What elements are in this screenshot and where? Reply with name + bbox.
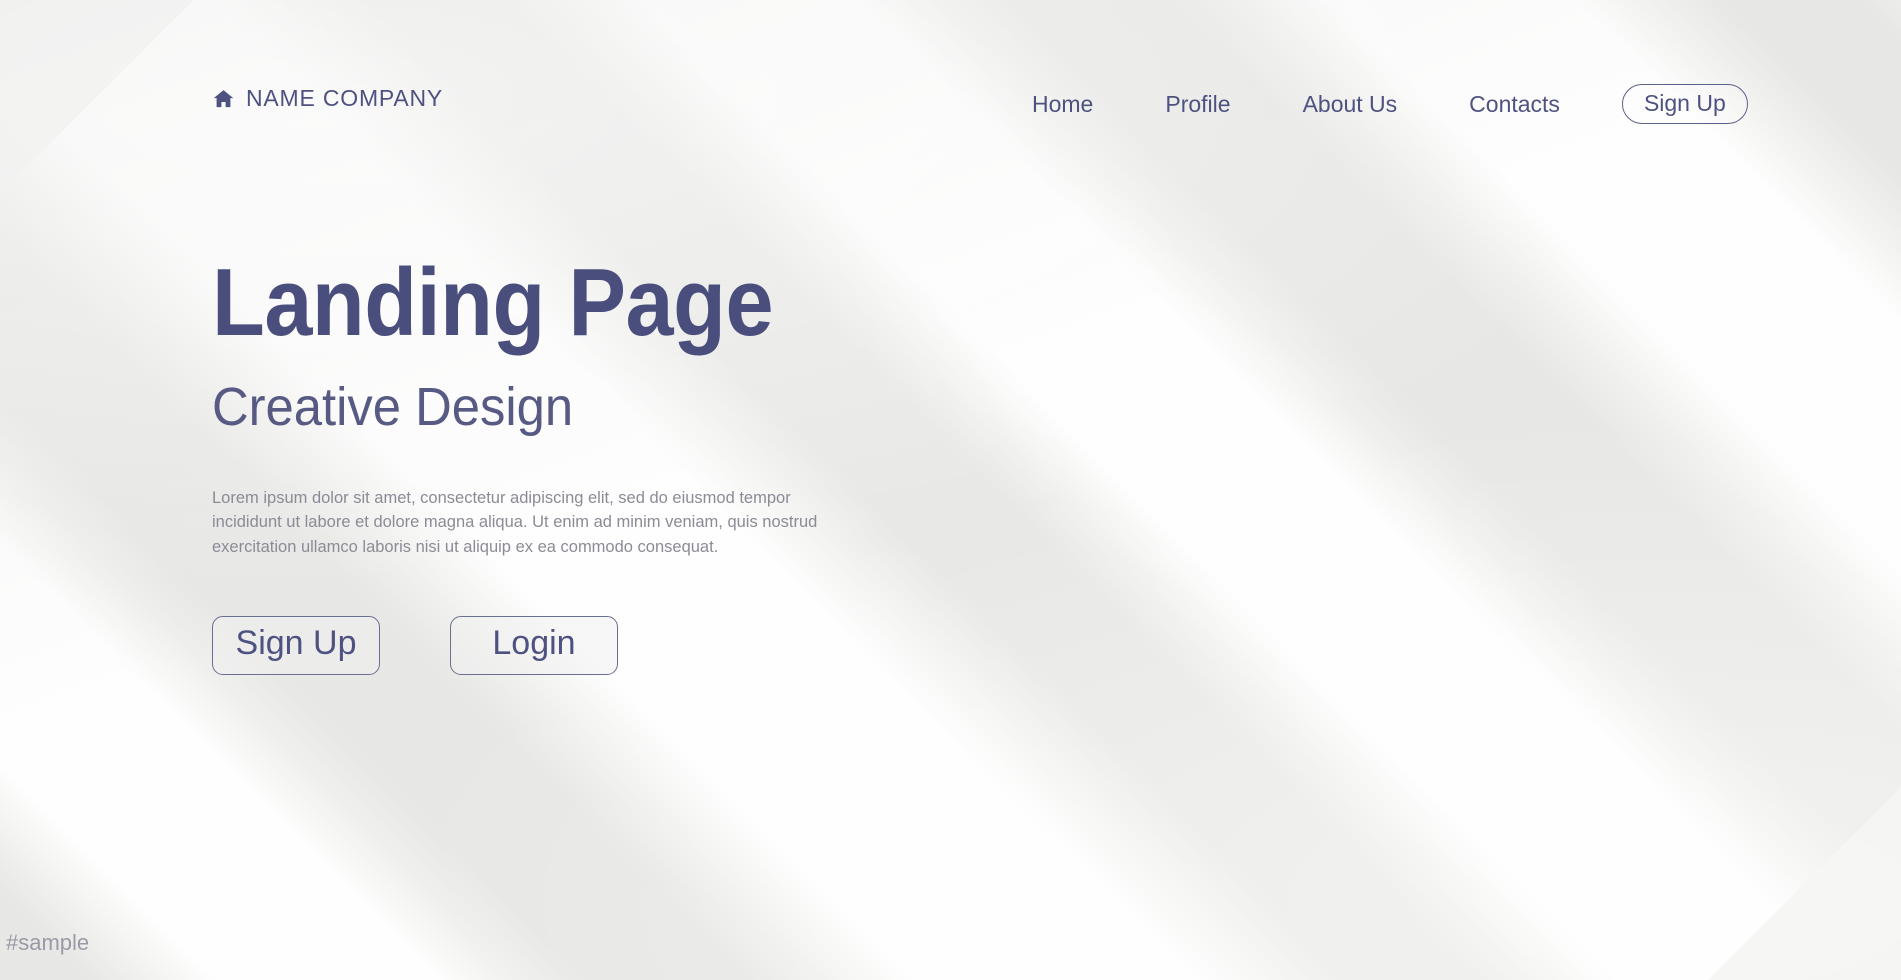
watermark: #sample <box>6 930 90 955</box>
background-band <box>0 955 486 980</box>
login-button[interactable]: Login <box>450 615 618 675</box>
hero-description: Lorem ipsum dolor sit amet, consectetur … <box>212 488 818 557</box>
nav-signup-button[interactable]: Sign Up <box>1621 84 1748 124</box>
signup-button[interactable]: Sign Up <box>212 615 380 675</box>
nav-link-contacts[interactable]: Contacts <box>1433 91 1596 118</box>
hero-subtitle: Creative Design <box>212 377 574 437</box>
home-icon <box>212 87 235 110</box>
nav-link-about-us[interactable]: About Us <box>1267 91 1434 118</box>
page-title: Landing Page <box>212 249 774 356</box>
hero-actions: Sign Up Login <box>212 615 1112 675</box>
background-band <box>0 834 607 980</box>
hero-section: Landing Page Creative Design Lorem ipsum… <box>212 255 1112 675</box>
site-header: NAME COMPANY Home Profile About Us Conta… <box>0 0 1901 170</box>
landing-page: NAME COMPANY Home Profile About Us Conta… <box>0 0 1901 980</box>
nav-link-profile[interactable]: Profile <box>1129 91 1266 118</box>
nav-link-home[interactable]: Home <box>1020 91 1129 118</box>
brand-name: NAME COMPANY <box>246 85 444 111</box>
brand-logo[interactable]: NAME COMPANY <box>212 85 443 112</box>
main-navigation: Home Profile About Us Contacts Sign Up <box>1020 84 1748 124</box>
